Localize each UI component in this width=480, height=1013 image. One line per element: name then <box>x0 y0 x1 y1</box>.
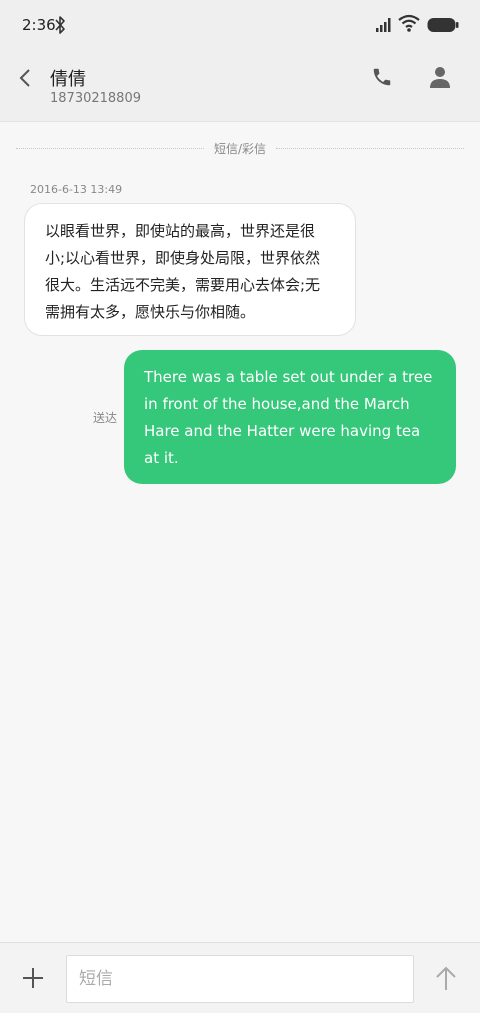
conversation-header: 倩倩 18730218809 <box>0 52 480 122</box>
sent-message-bubble[interactable]: There was a table set out under a tree i… <box>124 350 456 484</box>
battery-icon <box>427 18 459 32</box>
contact-name[interactable]: 倩倩 <box>50 65 86 91</box>
contact-number: 18730218809 <box>50 91 141 106</box>
message-thread[interactable]: 短信/彩信 2016-6-13 13:49 以眼看世界，即使站的最高，世界还是很… <box>0 122 480 942</box>
sms-conversation-screen: 2:36 倩倩 18730218809 短信/彩信 2016-6-13 13:4… <box>0 0 480 1013</box>
signal-icon <box>376 18 391 32</box>
bluetooth-icon <box>55 16 65 34</box>
delivery-status: 送达 <box>93 411 118 425</box>
status-time: 2:36 <box>22 16 56 34</box>
status-bar: 2:36 <box>0 0 480 52</box>
phone-icon[interactable] <box>371 66 393 88</box>
message-input[interactable] <box>66 955 414 1003</box>
send-icon[interactable] <box>435 965 457 991</box>
divider-line <box>16 148 204 149</box>
person-icon[interactable] <box>429 65 451 89</box>
divider-line <box>276 148 464 149</box>
received-message-bubble[interactable]: 以眼看世界，即使站的最高，世界还是很小;以心看世界，即使身处局限，世界依然很大。… <box>24 203 356 336</box>
composer-bar <box>0 942 480 1013</box>
back-icon[interactable] <box>16 66 36 90</box>
message-timestamp: 2016-6-13 13:49 <box>30 183 123 196</box>
message-type-divider: 短信/彩信 <box>213 142 267 156</box>
wifi-icon <box>398 14 420 32</box>
add-icon[interactable] <box>22 967 44 989</box>
